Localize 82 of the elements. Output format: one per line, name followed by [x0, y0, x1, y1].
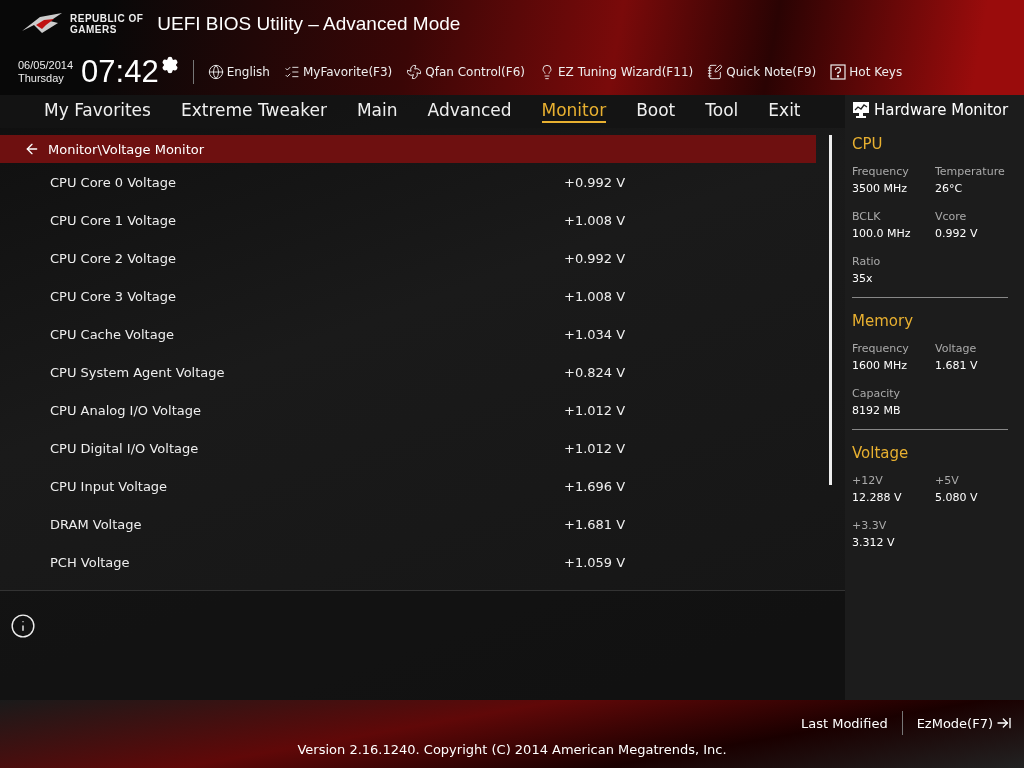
- brand-text: GAMERS: [70, 24, 118, 35]
- day-text: Thursday: [18, 71, 65, 85]
- setting-value: +1.059 V: [564, 554, 626, 570]
- setting-value: +1.012 V: [564, 440, 626, 456]
- setting-label: DRAM Voltage: [50, 516, 143, 532]
- menu-tab[interactable]: Tool: [705, 100, 739, 123]
- metric-value: 35x: [852, 272, 874, 285]
- menu-tab[interactable]: Exit: [768, 100, 801, 123]
- metric-label: Ratio: [852, 255, 882, 268]
- ez-mode-button[interactable]: EzMode(F7): [916, 715, 1012, 731]
- menu-tab[interactable]: Boot: [636, 100, 676, 123]
- setting-label: CPU Input Voltage: [50, 478, 169, 494]
- setting-label: CPU Core 2 Voltage: [50, 250, 177, 266]
- metric-label: Temperature: [935, 165, 1006, 178]
- setting-value: +0.824 V: [564, 364, 626, 380]
- setting-label: CPU Digital I/O Voltage: [50, 440, 200, 456]
- menu-tab[interactable]: Advanced: [427, 100, 512, 123]
- scrollbar[interactable]: [829, 135, 832, 485]
- setting-label: CPU Core 3 Voltage: [50, 288, 177, 304]
- setting-value: +0.992 V: [564, 250, 626, 266]
- breadcrumb-text: Monitor\Voltage Monitor: [48, 141, 205, 157]
- setting-label: CPU Core 0 Voltage: [50, 174, 177, 190]
- metric-value: 8192 MB: [852, 404, 902, 417]
- metric-label: Vcore: [935, 210, 968, 223]
- metric-value: 3.312 V: [852, 536, 896, 549]
- metric-label: Frequency: [852, 342, 910, 355]
- metric-value: 26°C: [935, 182, 964, 195]
- setting-value: +1.008 V: [564, 212, 626, 228]
- metric-label: BCLK: [852, 210, 882, 223]
- exit-arrow-icon: [996, 715, 1012, 731]
- setting-label: CPU Analog I/O Voltage: [50, 402, 202, 418]
- setting-value: +1.681 V: [564, 516, 626, 532]
- menu-tab[interactable]: My Favorites: [44, 100, 151, 123]
- setting-value: +1.008 V: [564, 288, 626, 304]
- toolbar-button[interactable]: EZ Tuning Wizard(F11): [539, 63, 694, 80]
- setting-label: PCH Voltage: [50, 554, 131, 570]
- metric-value: 5.080 V: [935, 491, 979, 504]
- metric-label: Voltage: [935, 342, 978, 355]
- metric-value: 3500 MHz: [852, 182, 909, 195]
- question-box-icon: [830, 63, 847, 80]
- menu-tab[interactable]: Extreme Tweaker: [180, 100, 327, 123]
- metric-label: +3.3V: [852, 519, 888, 532]
- metric-value: 100.0 MHz: [852, 227, 912, 240]
- section-title: Voltage: [852, 444, 910, 462]
- setting-value: +1.012 V: [564, 402, 626, 418]
- metric-value: 0.992 V: [935, 227, 979, 240]
- date-text: 06/05/2014: [18, 58, 74, 72]
- setting-value: +1.696 V: [564, 478, 626, 494]
- note-pen-icon: [707, 63, 724, 80]
- window-title: UEFI BIOS Utility – Advanced Mode: [157, 13, 461, 35]
- menu-tab[interactable]: Monitor: [541, 100, 607, 123]
- copyright-text: Version 2.16.1240. Copyright (C) 2014 American Megatrends, Inc.: [297, 742, 727, 757]
- metric-value: 12.288 V: [852, 491, 903, 504]
- setting-label: CPU System Agent Voltage: [50, 364, 226, 380]
- settings-icon[interactable]: [160, 55, 179, 74]
- back-arrow-icon[interactable]: [24, 141, 40, 157]
- fan-icon: [406, 63, 423, 80]
- section-title: CPU: [852, 135, 884, 153]
- metric-value: 1600 MHz: [852, 359, 909, 372]
- metric-label: +12V: [852, 474, 884, 487]
- section-title: Memory: [852, 312, 914, 330]
- toolbar-button[interactable]: Quick Note(F9): [707, 63, 817, 80]
- setting-value: +0.992 V: [564, 174, 626, 190]
- toolbar-button[interactable]: Qfan Control(F6): [406, 63, 526, 80]
- setting-label: CPU Cache Voltage: [50, 326, 175, 342]
- info-icon: [10, 613, 36, 639]
- setting-value: +1.034 V: [564, 326, 626, 342]
- clock-time: 07:42: [81, 53, 159, 90]
- setting-label: CPU Core 1 Voltage: [50, 212, 177, 228]
- metric-label: +5V: [935, 474, 960, 487]
- panel-title: Hardware Monitor: [874, 101, 1009, 119]
- globe-icon: [207, 63, 224, 80]
- metric-label: Frequency: [852, 165, 910, 178]
- monitor-chart-icon: [852, 101, 870, 119]
- last-modified-button[interactable]: Last Modified: [800, 715, 888, 731]
- metric-label: Capacity: [852, 387, 902, 400]
- menu-tab[interactable]: Main: [356, 100, 398, 123]
- toolbar-button[interactable]: Hot Keys: [830, 63, 903, 80]
- toolbar-button[interactable]: MyFavorite(F3): [284, 63, 393, 80]
- brand-text: REPUBLIC OF: [70, 13, 144, 24]
- toolbar-button[interactable]: English: [207, 63, 270, 80]
- metric-value: 1.681 V: [935, 359, 979, 372]
